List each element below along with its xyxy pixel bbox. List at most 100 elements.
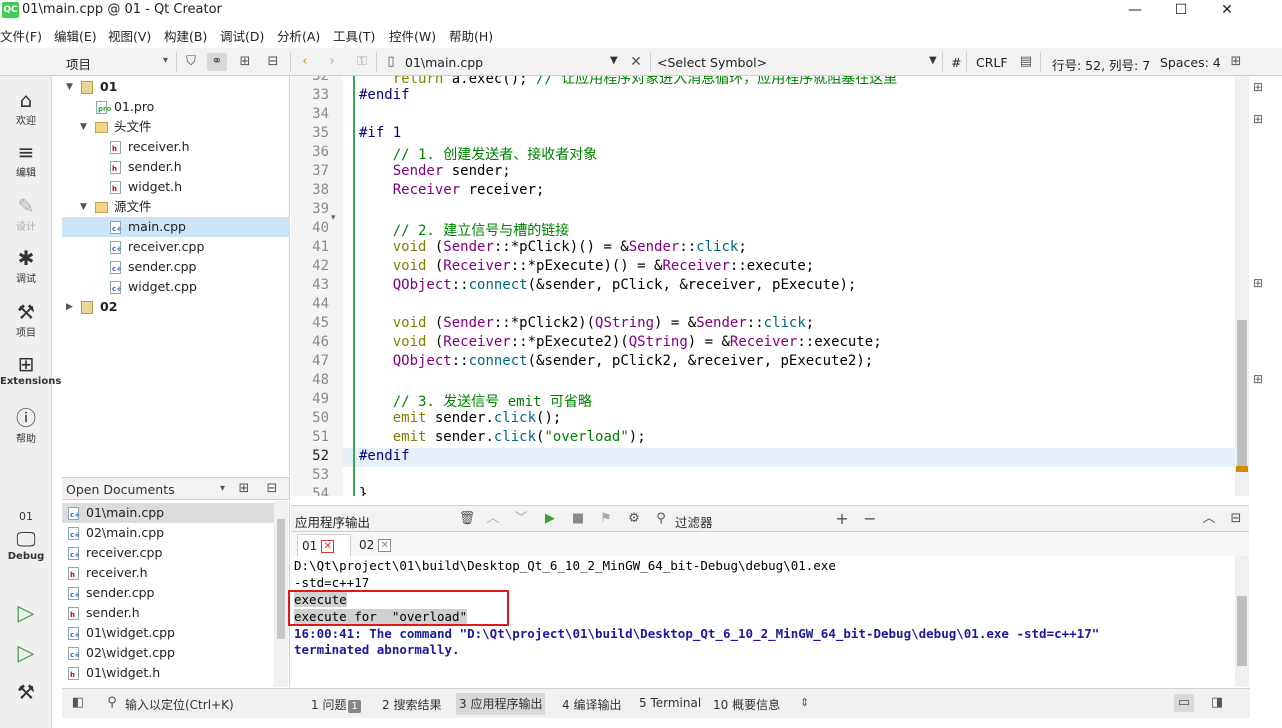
menu-build[interactable]: 构建(B): [164, 26, 207, 45]
close-pane-icon[interactable]: ⊟: [263, 53, 283, 71]
current-file-combo[interactable]: 01\main.cpp: [405, 55, 483, 70]
tree-item-sender-h[interactable]: h sender.h: [62, 157, 290, 177]
menu-edit[interactable]: 编辑(E): [54, 26, 97, 45]
tree-item-sources-folder[interactable]: ▼ 源文件: [62, 197, 290, 217]
mode-help[interactable]: ⓘ 帮助: [0, 406, 52, 445]
forward-icon[interactable]: ›: [322, 53, 342, 71]
pane-dropdown-icon[interactable]: ▾: [163, 55, 168, 66]
menu-controls[interactable]: 控件(W): [389, 26, 436, 45]
close-tab-icon[interactable]: ✕: [321, 540, 335, 553]
attach-debugger-icon[interactable]: ⚑: [596, 510, 616, 528]
tree-item-headers-folder[interactable]: ▼ 头文件: [62, 117, 290, 137]
open-doc-item[interactable]: c+ sender.cpp: [62, 583, 274, 603]
open-doc-item[interactable]: h sender.h: [62, 603, 274, 623]
chevron-down-icon[interactable]: ▼: [80, 117, 90, 137]
back-icon[interactable]: ‹: [295, 53, 315, 71]
scroll-up-icon[interactable]: ︿: [483, 510, 503, 528]
filter-icon[interactable]: ⛉: [181, 53, 201, 71]
close-window-button[interactable]: ✕: [1204, 0, 1250, 22]
output-tab-01[interactable]: 01 ✕: [297, 534, 351, 556]
minus-icon[interactable]: −: [860, 510, 880, 528]
plus-icon[interactable]: ⊞: [1253, 112, 1263, 126]
open-doc-item[interactable]: h 01\widget.h: [62, 663, 274, 683]
status-pane-terminal[interactable]: 5 Terminal: [639, 696, 701, 710]
toggle-sidebar-icon[interactable]: ◧: [68, 694, 88, 712]
status-pane-issues[interactable]: 1 问题 1: [311, 696, 361, 713]
more-panes-icon[interactable]: ⇕: [800, 696, 809, 709]
open-doc-item[interactable]: c+ 01\main.cpp: [62, 503, 274, 523]
mode-projects[interactable]: ⚒ 项目: [0, 300, 52, 339]
hash-toggle[interactable]: #: [951, 55, 961, 70]
open-doc-item[interactable]: c+ receiver.cpp: [62, 543, 274, 563]
chevron-down-icon[interactable]: ▼: [80, 197, 90, 217]
menu-tools[interactable]: 工具(T): [333, 26, 375, 45]
scrollbar-thumb[interactable]: [1237, 596, 1247, 666]
code-editor[interactable]: 32 33 34 35 36 37 38 39 40 41 42 43 44 45 46 47 48 49 50 51…: [291, 76, 1235, 496]
open-doc-item[interactable]: c+ 01\widget.cpp: [62, 623, 274, 643]
tree-item-receiver-cpp[interactable]: c+ receiver.cpp: [62, 237, 290, 257]
run-icon[interactable]: ▶: [540, 510, 560, 528]
chevron-right-icon[interactable]: ▶: [66, 297, 76, 317]
run-button[interactable]: ▷: [0, 602, 52, 626]
build-button[interactable]: ⚒: [0, 680, 52, 704]
scrollbar-thumb[interactable]: [1237, 320, 1247, 470]
open-doc-item[interactable]: h receiver.h: [62, 563, 274, 583]
file-combo-chevron-icon[interactable]: ▼: [610, 55, 618, 66]
kit-selector[interactable]: 01 🖵 Debug: [0, 510, 52, 562]
chevron-down-icon[interactable]: ▼: [66, 77, 76, 97]
encoding-icon[interactable]: ▤: [1016, 53, 1036, 71]
indentation-setting[interactable]: Spaces: 4: [1160, 55, 1221, 70]
close-document-icon[interactable]: ✕: [626, 53, 646, 71]
status-pane-general-messages[interactable]: 10 概要信息: [713, 696, 780, 713]
fold-marker-icon[interactable]: ▾: [331, 213, 336, 223]
settings-icon[interactable]: ⚙: [624, 510, 644, 528]
mode-design[interactable]: ✎ 设计: [0, 194, 52, 233]
link-icon[interactable]: ⚭: [207, 53, 227, 71]
split-icon[interactable]: ⊞: [234, 480, 254, 498]
menu-debug[interactable]: 调试(D): [220, 26, 264, 45]
status-pane-compile-output[interactable]: 4 编译输出: [562, 696, 621, 713]
split-editor-icon[interactable]: ⊞: [1226, 53, 1246, 71]
mode-welcome[interactable]: ⌂ 欢迎: [0, 88, 52, 127]
maximize-pane-icon[interactable]: ︿: [1199, 510, 1219, 528]
tree-item-project-02[interactable]: ▶ 02: [62, 297, 290, 317]
plus-icon[interactable]: ⊞: [1253, 276, 1263, 290]
tree-item-main-cpp[interactable]: c+ main.cpp: [62, 217, 290, 237]
status-pane-search-results[interactable]: 2 搜索结果: [382, 696, 441, 713]
status-pane-app-output[interactable]: 3 应用程序输出: [456, 693, 546, 715]
close-pane-icon[interactable]: ⊟: [262, 480, 282, 498]
open-doc-item[interactable]: c+ 02\widget.cpp: [62, 643, 274, 663]
menu-analyze[interactable]: 分析(A): [277, 26, 320, 45]
symbol-combo-chevron-icon[interactable]: ▼: [929, 55, 937, 66]
tree-item-widget-h[interactable]: h widget.h: [62, 177, 290, 197]
cursor-position[interactable]: 行号: 52, 列号: 7: [1052, 55, 1150, 74]
open-documents-title[interactable]: Open Documents: [66, 482, 175, 497]
mode-extensions[interactable]: ⊞ Extensions: [0, 352, 61, 387]
debug-run-button[interactable]: ▷: [0, 642, 52, 666]
mode-edit[interactable]: ≡ 编辑: [0, 140, 52, 179]
symbol-combo[interactable]: <Select Symbol>: [657, 55, 767, 70]
stop-icon[interactable]: ■: [568, 510, 588, 528]
locator-input[interactable]: 输入以定位(Ctrl+K): [125, 696, 234, 713]
tree-item-sender-cpp[interactable]: c+ sender.cpp: [62, 257, 290, 277]
line-ending-selector[interactable]: CRLF: [976, 55, 1008, 70]
plus-icon[interactable]: ⊞: [1253, 80, 1263, 94]
menu-help[interactable]: 帮助(H): [449, 26, 493, 45]
minimize-button[interactable]: —: [1112, 0, 1158, 22]
open-documents-dropdown-icon[interactable]: ▾: [220, 483, 225, 494]
menu-file[interactable]: 文件(F): [0, 26, 42, 45]
tree-item-project-01[interactable]: ▼ 01: [62, 77, 290, 97]
toggle-right-sidebar-icon[interactable]: ◨: [1207, 694, 1227, 712]
tree-item-receiver-h[interactable]: h receiver.h: [62, 137, 290, 157]
open-docs-scrollbar[interactable]: [274, 501, 288, 687]
close-tab-icon[interactable]: ✕: [378, 539, 392, 552]
tree-item-widget-cpp[interactable]: c+ widget.cpp: [62, 277, 290, 297]
output-scrollbar[interactable]: [1235, 556, 1249, 687]
plus-icon[interactable]: +: [832, 510, 852, 528]
close-pane-icon[interactable]: ⊟: [1226, 510, 1246, 528]
open-doc-item[interactable]: c+ 02\main.cpp: [62, 523, 274, 543]
project-pane-title[interactable]: 项目: [66, 54, 91, 73]
scrollbar-thumb[interactable]: [277, 519, 285, 639]
output-tab-02[interactable]: 02 ✕: [355, 534, 409, 556]
menu-view[interactable]: 视图(V): [108, 26, 151, 45]
